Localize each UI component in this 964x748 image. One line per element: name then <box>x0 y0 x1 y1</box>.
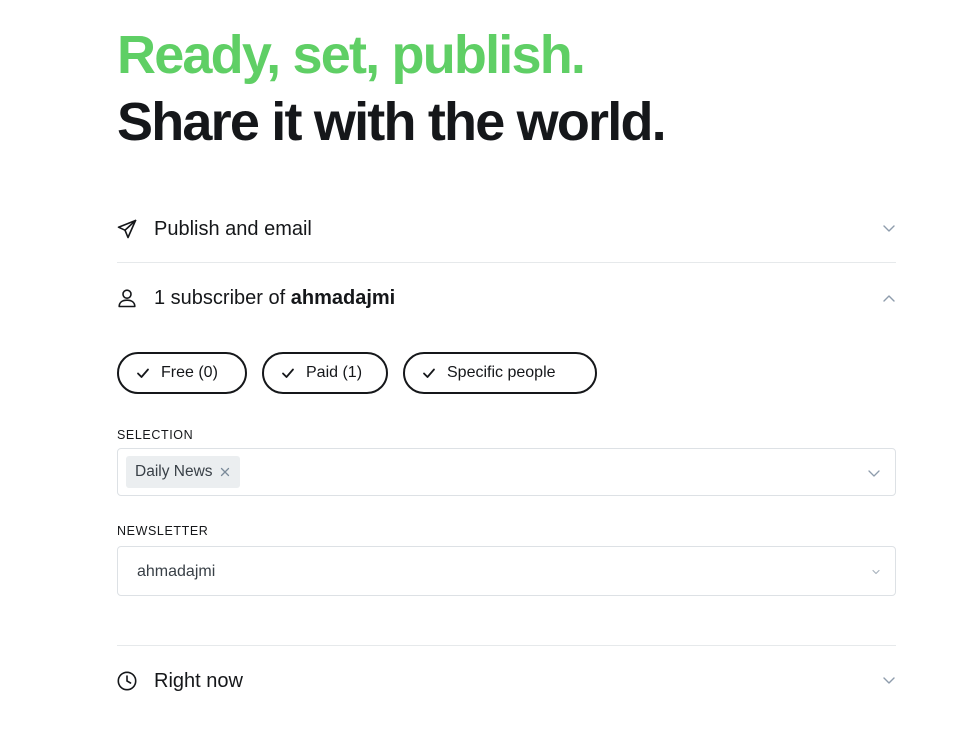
selection-tag-label: Daily News <box>135 463 213 480</box>
check-icon <box>281 366 295 380</box>
user-icon <box>117 288 137 308</box>
chevron-down-icon[interactable] <box>867 466 881 480</box>
chevron-down-icon[interactable] <box>882 221 896 235</box>
selection-tag: Daily News <box>126 456 240 488</box>
newsletter-value: ahmadajmi <box>137 563 216 580</box>
divider <box>117 645 896 646</box>
newsletter-label: NEWSLETTER <box>117 524 209 538</box>
filter-paid[interactable]: Paid (1) <box>262 352 388 394</box>
selection-multiselect[interactable]: Daily News <box>117 448 896 496</box>
publish-type-label: Publish and email <box>154 217 312 240</box>
filter-specific-people[interactable]: Specific people <box>403 352 597 394</box>
chevron-down-icon[interactable] <box>882 673 896 687</box>
chevron-up-icon[interactable] <box>882 292 896 306</box>
site-name: ahmadajmi <box>290 286 396 309</box>
close-icon[interactable] <box>220 467 230 477</box>
schedule-label: Right now <box>154 669 243 692</box>
clock-icon <box>117 671 137 691</box>
selection-label: SELECTION <box>117 428 194 442</box>
publish-type-row[interactable]: Publish and email <box>117 209 896 249</box>
audience-prefix: 1 subscriber of <box>154 286 291 309</box>
filter-specific-label: Specific people <box>447 364 556 381</box>
chevron-down-icon[interactable] <box>871 567 881 577</box>
headline-primary: Ready, set, publish. <box>117 25 586 85</box>
send-icon <box>117 219 137 239</box>
newsletter-select[interactable]: ahmadajmi <box>117 546 896 596</box>
filter-free-label: Free (0) <box>161 364 218 381</box>
check-icon <box>422 366 436 380</box>
headline-secondary: Share it with the world. <box>117 92 667 152</box>
audience-row[interactable]: 1 subscriber of ahmadajmi <box>117 278 896 318</box>
filter-paid-label: Paid (1) <box>306 364 363 381</box>
filter-free[interactable]: Free (0) <box>117 352 247 394</box>
schedule-row[interactable]: Right now <box>117 661 896 701</box>
check-icon <box>136 366 150 380</box>
divider <box>117 262 896 263</box>
audience-label: 1 subscriber of ahmadajmi <box>154 287 395 310</box>
